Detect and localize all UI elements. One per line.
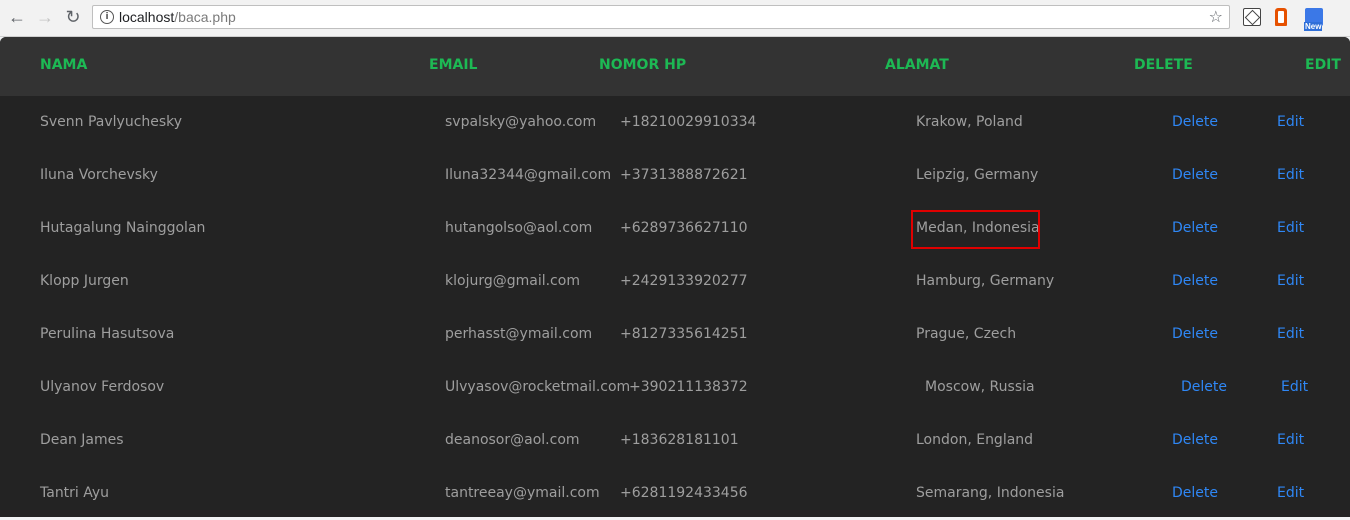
cell-hp: +2429133920277 <box>620 273 748 289</box>
address-bar[interactable]: i localhost/baca.php ☆ <box>92 5 1230 29</box>
edit-link[interactable]: Edit <box>1277 431 1304 449</box>
cell-email: perhasst@ymail.com <box>445 326 593 342</box>
cell-email: Ulvyasov@rocketmail.com <box>445 379 631 395</box>
cell-alamat: Hamburg, Germany <box>916 273 1055 289</box>
cell-alamat: Moscow, Russia <box>925 379 1035 395</box>
forward-arrow-icon[interactable]: → <box>34 6 56 28</box>
delete-link[interactable]: Delete <box>1172 272 1218 290</box>
bookmark-star-icon[interactable]: ☆ <box>1209 6 1223 28</box>
cell-hp: +183628181101 <box>620 432 739 448</box>
cell-email: svpalsky@yahoo.com <box>445 114 597 130</box>
cell-alamat: London, England <box>916 432 1034 448</box>
cell-nama: Hutagalung Nainggolan <box>40 220 206 236</box>
table-row: Hutagalung Nainggolan hutangolso@aol.com… <box>0 202 1350 255</box>
header-delete: DELETE <box>1134 57 1193 73</box>
back-arrow-icon[interactable]: ← <box>6 6 28 28</box>
cell-hp: +6281192433456 <box>620 485 748 501</box>
cell-email: deanosor@aol.com <box>445 432 580 448</box>
edit-link[interactable]: Edit <box>1277 219 1304 237</box>
reload-icon[interactable]: ↻ <box>62 6 84 28</box>
header-nomor-hp: NOMOR HP <box>599 57 687 73</box>
cell-nama: Perulina Hasutsova <box>40 326 175 342</box>
cell-nama: Klopp Jurgen <box>40 273 129 289</box>
delete-link[interactable]: Delete <box>1172 219 1218 237</box>
url-path: /baca.php <box>174 9 236 25</box>
delete-link[interactable]: Delete <box>1172 113 1218 131</box>
table-row: Perulina Hasutsova perhasst@ymail.com +8… <box>0 308 1350 361</box>
table-row: Tantri Ayu tantreeay@ymail.com +62811924… <box>0 467 1350 520</box>
cell-email: hutangolso@aol.com <box>445 220 593 236</box>
table-row: Dean James deanosor@aol.com +18362818110… <box>0 414 1350 467</box>
edit-link[interactable]: Edit <box>1277 325 1304 343</box>
cell-alamat: Semarang, Indonesia <box>916 485 1065 501</box>
url-host: localhost <box>119 9 175 25</box>
highlight-annotation-box <box>911 210 1040 249</box>
edit-link[interactable]: Edit <box>1277 166 1304 184</box>
extension-new-badge: New <box>1304 22 1323 31</box>
header-nama: NAMA <box>40 57 88 73</box>
cell-hp: +8127335614251 <box>620 326 748 342</box>
cell-nama: Dean James <box>40 432 124 448</box>
cell-alamat: Leipzig, Germany <box>916 167 1039 183</box>
page-content: NAMA EMAIL NOMOR HP ALAMAT DELETE EDIT S… <box>0 37 1350 517</box>
cell-alamat: Prague, Czech <box>916 326 1017 342</box>
cell-hp: +390211138372 <box>629 379 748 395</box>
cell-hp: +6289736627110 <box>620 220 748 236</box>
cell-alamat: Krakow, Poland <box>916 114 1023 130</box>
extension-puzzle-icon[interactable] <box>1243 8 1261 26</box>
delete-link[interactable]: Delete <box>1181 378 1227 396</box>
edit-link[interactable]: Edit <box>1277 484 1304 502</box>
cell-nama: Tantri Ayu <box>40 485 110 501</box>
edit-link[interactable]: Edit <box>1277 113 1304 131</box>
cell-email: klojurg@gmail.com <box>445 273 580 289</box>
cell-nama: Iluna Vorchevsky <box>40 167 158 183</box>
browser-toolbar: ← → ↻ i localhost/baca.php ☆ New <box>0 0 1350 37</box>
cell-email: tantreeay@ymail.com <box>445 485 600 501</box>
cell-nama: Svenn Pavlyuchesky <box>40 114 183 130</box>
header-email: EMAIL <box>429 57 478 73</box>
delete-link[interactable]: Delete <box>1172 325 1218 343</box>
table-header: NAMA EMAIL NOMOR HP ALAMAT DELETE EDIT <box>0 37 1350 96</box>
table-row: Svenn Pavlyuchesky svpalsky@yahoo.com +1… <box>0 96 1350 149</box>
edit-link[interactable]: Edit <box>1277 272 1304 290</box>
cell-email: Iluna32344@gmail.com <box>445 167 612 183</box>
table-row: Ulyanov Ferdosov Ulvyasov@rocketmail.com… <box>0 361 1350 414</box>
delete-link[interactable]: Delete <box>1172 484 1218 502</box>
header-edit: EDIT <box>1305 57 1341 73</box>
url-text[interactable]: localhost/baca.php <box>119 8 236 26</box>
header-alamat: ALAMAT <box>885 57 949 73</box>
info-icon[interactable]: i <box>100 10 114 24</box>
cell-nama: Ulyanov Ferdosov <box>40 379 165 395</box>
table-row: Klopp Jurgen klojurg@gmail.com +24291339… <box>0 255 1350 308</box>
edit-link[interactable]: Edit <box>1281 378 1308 396</box>
delete-link[interactable]: Delete <box>1172 431 1218 449</box>
delete-link[interactable]: Delete <box>1172 166 1218 184</box>
office-extension-icon[interactable] <box>1275 8 1287 26</box>
cell-hp: +18210029910334 <box>620 114 757 130</box>
cell-hp: +3731388872621 <box>620 167 748 183</box>
table-row: Iluna Vorchevsky Iluna32344@gmail.com +3… <box>0 149 1350 202</box>
